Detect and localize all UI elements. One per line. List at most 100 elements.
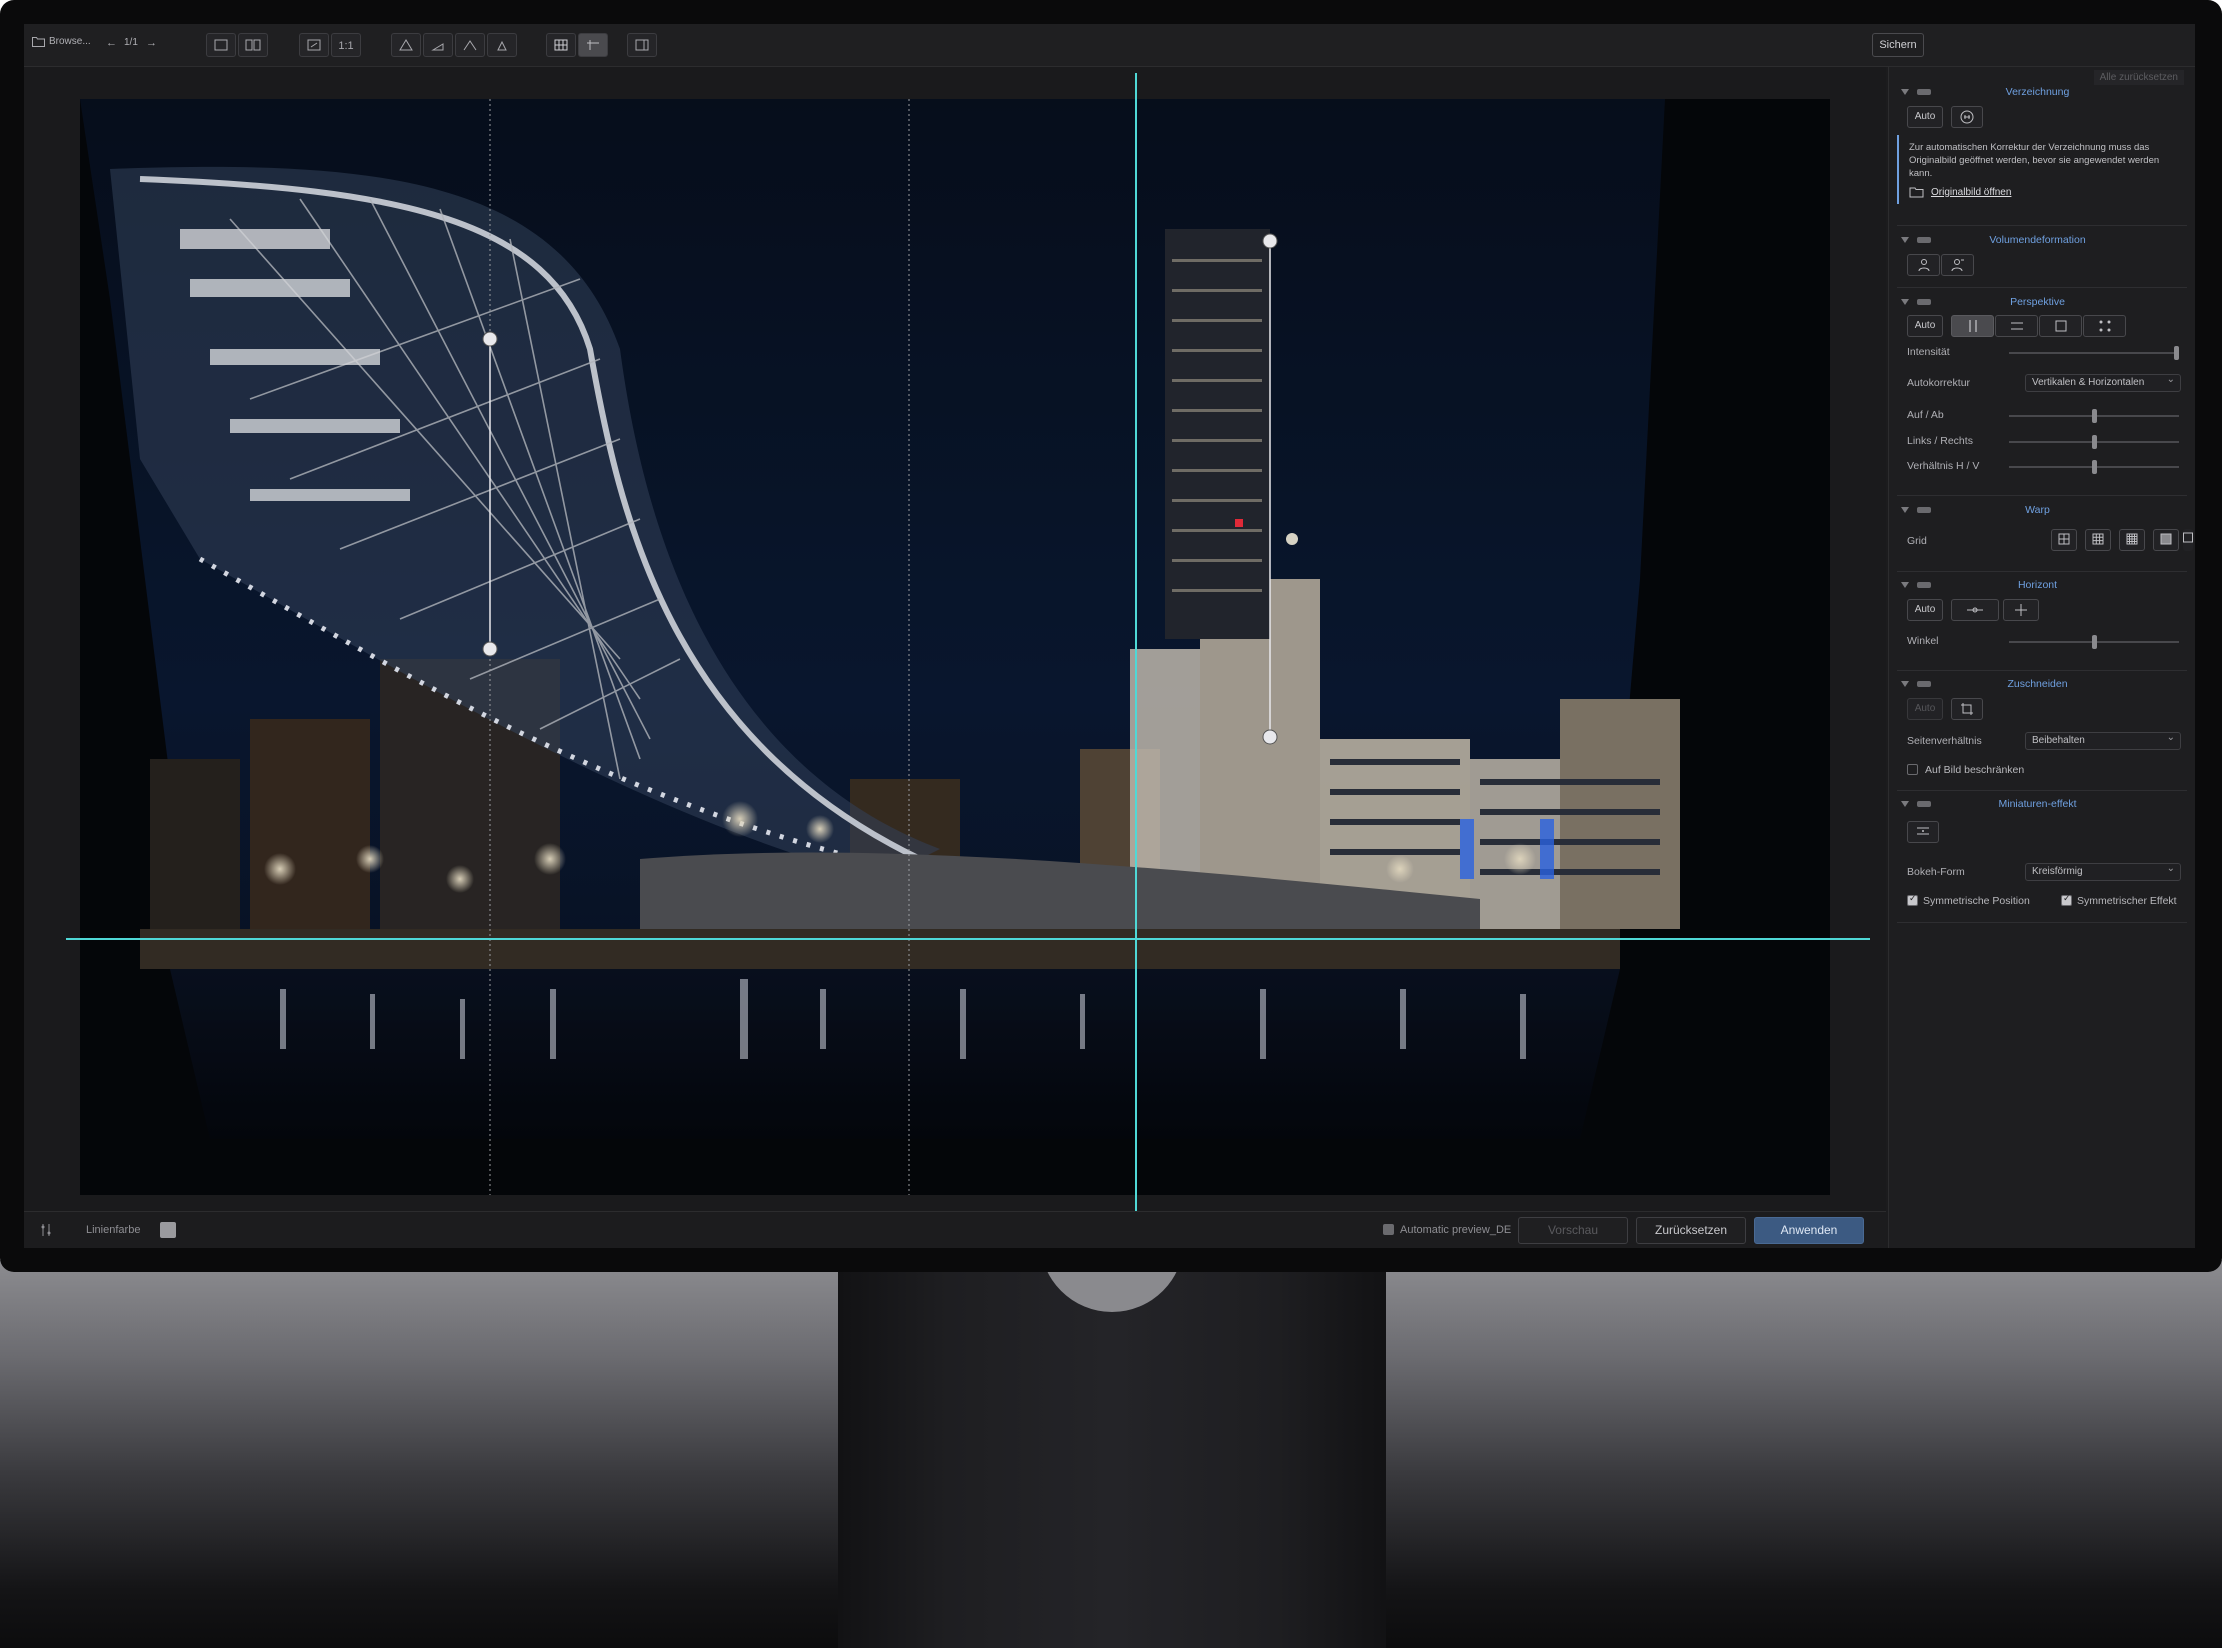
section-title-volumendeformation: Volumendeformation [1989,234,2086,246]
section-title-verzeichnung: Verzeichnung [2005,86,2070,98]
grid-label: Grid [1907,535,1927,547]
horizontal-lines-icon [2010,322,2023,330]
left-right-slider-knob[interactable] [2091,435,2097,449]
symmetric-position-label: Symmetrische Position [1923,895,2030,907]
left-right-slider[interactable] [2009,435,2179,449]
perspective-points-button[interactable] [2083,315,2126,337]
autocorrect-label: Autokorrektur [1907,377,1971,389]
next-arrow-icon[interactable]: → [146,37,157,49]
tool-vertical-button[interactable] [423,33,453,57]
page-indicator: 1/1 [124,37,138,48]
section-title-warp: Warp [2025,504,2050,516]
grid-fine-icon [2160,533,2172,545]
ratio-slider-knob[interactable] [2091,460,2097,474]
reset-button[interactable]: Zurücksetzen [1636,1217,1746,1244]
browse-button[interactable]: Browse... [32,36,91,47]
grid-4x4-icon [2126,533,2138,545]
autocorrect-select[interactable]: Vertikalen & Horizontalen [2025,372,2181,392]
save-button[interactable]: Sichern [1872,33,1924,57]
compare-single-button[interactable] [206,33,236,57]
perspective-auto-button[interactable]: Auto [1907,315,1943,337]
section-divider [1897,670,2187,671]
section-title-miniaturen: Miniaturen-effekt [1998,798,2077,810]
compare-single-icon [214,39,228,51]
distortion-lens-button[interactable] [1951,106,1983,128]
angle-slider[interactable] [2009,635,2179,649]
open-original-label: Originalbild öffnen [1931,186,2012,198]
guide-line-horizontal[interactable] [66,938,1870,940]
volume-person-edit-button[interactable] [1941,254,1974,276]
vertical-lines-icon [1969,320,1976,332]
left-right-label: Links / Rechts [1907,435,1973,447]
section-divider [1897,790,2187,791]
horizon-auto-button[interactable]: Auto [1907,599,1943,621]
crosshair-icon [2015,604,2027,616]
symmetric-effect-checkbox[interactable] [2061,893,2072,906]
tool-perspective-button[interactable] [391,33,421,57]
distortion-note: Zur automatischen Korrektur der Verzeich… [1897,135,2183,204]
horizon-crosshair-button[interactable] [2003,599,2039,621]
reset-all-link[interactable]: Alle zurücksetzen [2093,70,2184,85]
panel-toggle-button[interactable] [627,33,657,57]
limit-to-image-label: Auf Bild beschränken [1925,764,2025,776]
symmetric-position-checkbox[interactable] [1907,893,1918,906]
grid-toggle-button[interactable] [546,33,576,57]
night-city-photo[interactable] [80,99,1830,1195]
crop-auto-button[interactable]: Auto [1907,698,1943,720]
compare-split-button[interactable] [238,33,268,57]
crop-icon [1961,703,1973,715]
horizon-line-button[interactable] [1951,599,1999,621]
bokeh-label: Bokeh-Form [1907,866,1965,878]
line-tool-icon[interactable] [40,1223,52,1237]
line-color-swatch[interactable] [160,1222,176,1238]
perspective-vertical-button[interactable] [1951,315,1994,337]
folder-icon [32,37,45,47]
zoom-1to1-button[interactable]: 1:1 [331,33,361,57]
browse-label: Browse... [49,36,91,47]
tilt-shift-button[interactable] [1907,821,1939,843]
grid-2x2-button[interactable] [2051,529,2077,551]
rectangle-icon [2055,320,2066,332]
guides-toggle-button[interactable] [578,33,608,57]
grid-fine-button[interactable] [2153,529,2179,551]
auto-preview-checkbox[interactable] [1383,1224,1394,1235]
angle-label: Winkel [1907,635,1939,647]
grid-4x4-button[interactable] [2119,529,2145,551]
compare-split-icon [245,39,261,51]
angle-slider-knob[interactable] [2091,635,2097,649]
distortion-auto-button[interactable]: Auto [1907,106,1943,128]
perspective-rect-button[interactable] [2039,315,2082,337]
symmetric-effect-label: Symmetrischer Effekt [2077,895,2177,907]
apply-button[interactable]: Anwenden [1754,1217,1864,1244]
prev-arrow-icon[interactable]: ← [106,37,117,49]
grid-custom-button[interactable] [2183,529,2193,551]
guide-line-vertical[interactable] [1135,73,1137,1213]
vertical-icon [431,43,444,51]
aspect-select[interactable]: Beibehalten [2025,730,2181,750]
horizontal-icon [463,40,477,51]
up-down-slider-knob[interactable] [2091,409,2097,423]
ratio-slider[interactable] [2009,460,2179,474]
section-divider [1897,495,2187,496]
volume-person-button[interactable] [1907,254,1940,276]
top-toolbar: Browse... ← 1/1 → 1:1 Sichern [24,24,2195,67]
photo-preview [80,99,1830,1195]
preview-button[interactable]: Vorschau [1518,1217,1628,1244]
section-divider [1897,287,2187,288]
grid-settings-icon [2183,532,2193,543]
app-window: Browse... ← 1/1 → 1:1 Sichern Linienfarb… [24,24,2195,1248]
intensity-slider-knob[interactable] [2174,346,2179,360]
tool-rectangle-button[interactable] [487,33,517,57]
limit-to-image-checkbox[interactable] [1907,764,1918,775]
guides-icon [587,40,599,50]
grid-3x3-button[interactable] [2085,529,2111,551]
up-down-slider[interactable] [2009,409,2179,423]
perspective-horizontal-button[interactable] [1995,315,2038,337]
crop-tool-button[interactable] [1951,698,1983,720]
bokeh-select[interactable]: Kreisförmig [2025,861,2181,881]
tool-horizontal-button[interactable] [455,33,485,57]
open-original-link[interactable]: Originalbild öffnen [1909,186,2173,198]
tilt-shift-icon [1917,827,1929,835]
fit-screen-button[interactable] [299,33,329,57]
intensity-slider[interactable] [2009,346,2179,360]
